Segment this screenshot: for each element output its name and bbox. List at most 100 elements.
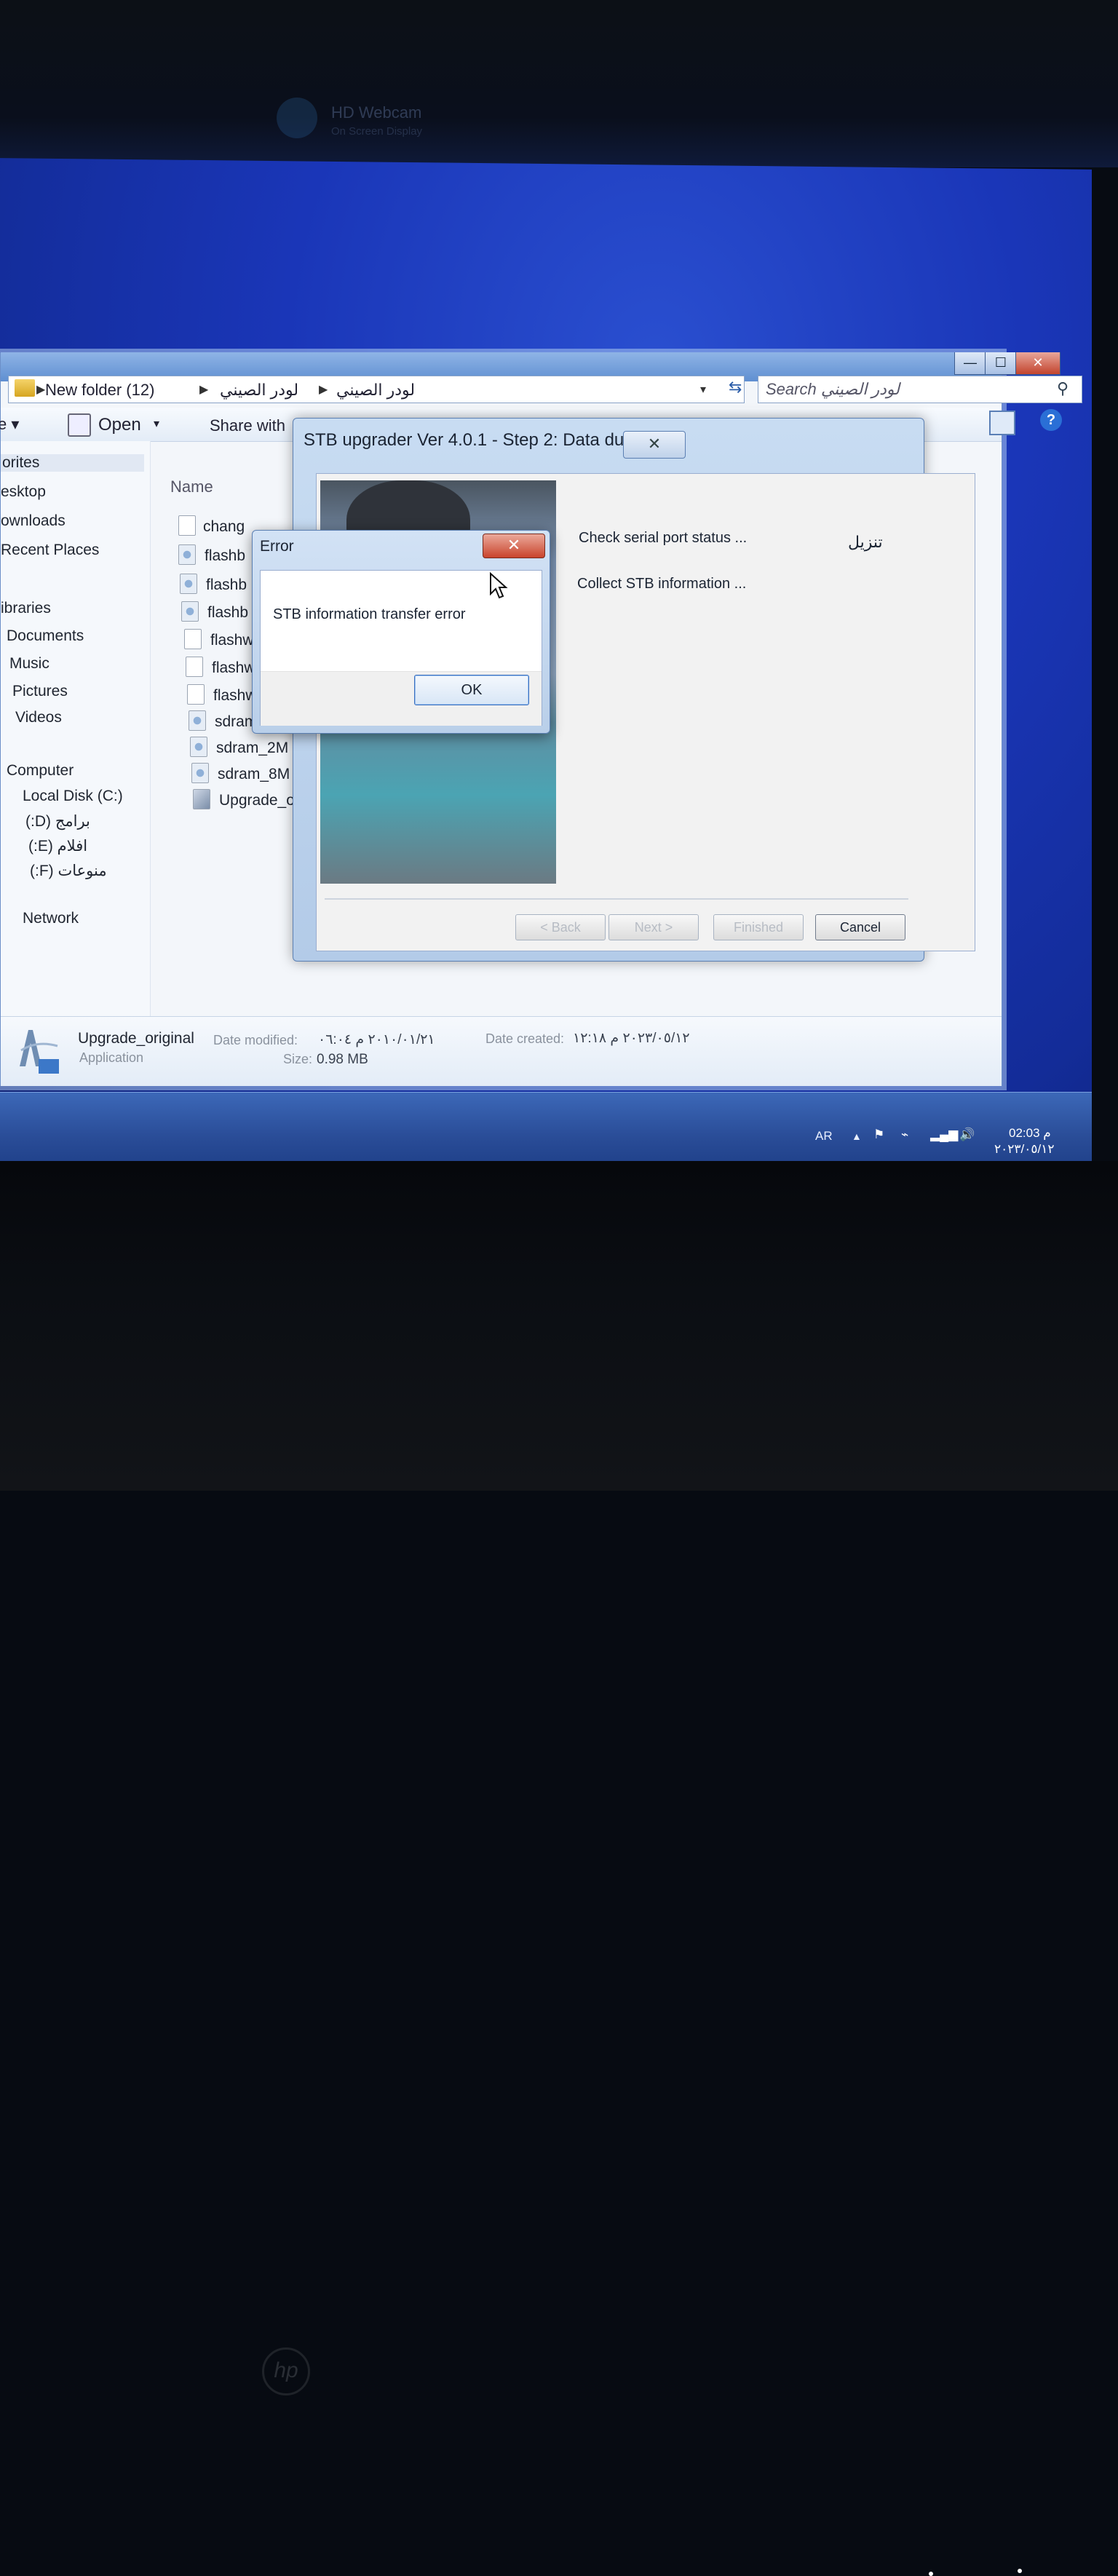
details-modified-value: ٢٠١٠/٠١/٢١ م ٠٦:٠٤ — [318, 1032, 435, 1047]
show-hidden-icons-icon[interactable]: ▲ — [852, 1130, 862, 1142]
file-gear-icon — [181, 601, 199, 622]
network-signal-icon[interactable]: ▂▄▆ — [930, 1128, 958, 1142]
file-row[interactable]: chang — [203, 518, 245, 536]
monitor-bezel-top: HD Webcam On Screen Display — [0, 0, 1118, 167]
power-icon[interactable]: ⌁ — [901, 1128, 917, 1142]
nav-favorites[interactable]: orites — [1, 454, 144, 472]
share-with-button[interactable]: Share with — [210, 416, 285, 435]
nav-desktop[interactable]: esktop — [1, 483, 46, 501]
file-gear-icon — [191, 763, 209, 783]
status-led — [929, 2572, 933, 2576]
volume-icon[interactable]: 🔊 — [959, 1128, 975, 1142]
error-dialog: Error ✕ STB information transfer error O… — [252, 530, 550, 734]
stb-dialog-title: STB upgrader Ver 4.0.1 - Step 2: Data du… — [304, 430, 649, 450]
back-button[interactable]: < Back — [515, 914, 606, 940]
navigation-pane: orites esktop ownloads Recent Places ibr… — [1, 441, 151, 1016]
clock-date[interactable]: ٢٠٢٣/٠٥/١٢ — [994, 1142, 1055, 1157]
step-collect-stb-info: Collect STB information ... — [577, 576, 747, 592]
search-icon[interactable]: ⚲ — [1057, 379, 1069, 398]
help-icon[interactable]: ? — [1040, 409, 1062, 431]
nav-recent-places[interactable]: Recent Places — [1, 542, 99, 559]
chevron-right-icon: ▶ — [199, 384, 209, 396]
status-led — [1018, 2569, 1022, 2573]
search-input[interactable]: Search لودر الصيني ⚲ — [758, 376, 1082, 403]
nav-network[interactable]: Network — [23, 910, 79, 927]
nav-computer[interactable]: Computer — [7, 762, 74, 780]
file-row[interactable]: flashw — [212, 659, 255, 677]
step-check-serial-port: Check serial port status ... — [579, 530, 748, 546]
application-icon — [193, 789, 210, 809]
nav-videos[interactable]: Videos — [15, 709, 62, 726]
language-indicator[interactable]: AR — [815, 1129, 833, 1144]
next-button[interactable]: Next > — [608, 914, 699, 940]
details-file-type: Application — [79, 1050, 144, 1065]
nav-documents[interactable]: Documents — [7, 627, 84, 645]
application-icon — [20, 1030, 59, 1074]
error-message: STB information transfer error — [273, 606, 466, 622]
hp-logo: hp — [262, 2347, 310, 2395]
details-created-label: Date created: — [485, 1031, 565, 1046]
file-gear-icon — [190, 737, 207, 757]
file-row[interactable]: flashb — [206, 576, 247, 594]
chevron-down-icon[interactable]: ▾ — [700, 382, 706, 397]
nav-local-disk[interactable]: Local Disk (C:) — [23, 788, 123, 805]
folder-icon — [15, 379, 35, 397]
error-close-button[interactable]: ✕ — [483, 534, 545, 558]
file-row[interactable]: flashb — [205, 547, 245, 565]
nav-music[interactable]: Music — [9, 655, 49, 673]
nav-downloads[interactable]: ownloads — [1, 512, 66, 530]
details-size-label: Size: — [283, 1052, 313, 1066]
file-icon — [187, 684, 205, 705]
error-dialog-title: Error — [260, 538, 294, 555]
breadcrumb-loader-1[interactable]: لودر الصيني — [220, 381, 298, 400]
webcam-overlay-title: HD Webcam — [331, 103, 422, 122]
file-row[interactable]: sdram_8M — [218, 766, 290, 783]
finished-button[interactable]: Finished — [713, 914, 804, 940]
webcam-overlay: HD Webcam On Screen Display — [277, 95, 510, 146]
file-row[interactable]: Upgrade_ori — [219, 792, 304, 809]
stb-close-button[interactable]: ✕ — [623, 431, 686, 459]
file-row[interactable]: sdram_2M — [216, 740, 288, 757]
minimize-button[interactable]: — — [954, 352, 986, 375]
close-button[interactable]: ✕ — [1015, 352, 1060, 375]
breadcrumb-loader-2[interactable]: لودر الصيني — [336, 381, 415, 400]
address-bar[interactable]: ▶ New folder (12) ▶ لودر الصيني ▶ لودر ا… — [8, 376, 745, 403]
taskbar: AR ▲ ⚑ ⌁ ▂▄▆ 🔊 02:03 م ٢٠٢٣/٠٥/١٢ — [0, 1092, 1092, 1165]
nav-pictures[interactable]: Pictures — [12, 683, 68, 700]
refresh-icon[interactable]: ⇆ — [729, 378, 749, 400]
details-size-value: 0.98 MB — [317, 1052, 368, 1067]
action-center-flag-icon[interactable]: ⚑ — [873, 1128, 889, 1142]
nav-libraries[interactable]: ibraries — [1, 600, 51, 617]
stb-status-label: تنزيل — [848, 533, 883, 551]
file-gear-icon — [180, 574, 197, 594]
nav-drive-e[interactable]: افلام (E:) — [28, 837, 87, 855]
ok-button[interactable]: OK — [414, 675, 529, 705]
nav-drive-f[interactable]: منوعات (F:) — [30, 862, 107, 880]
chevron-down-icon[interactable]: ▾ — [154, 416, 159, 431]
preview-pane-icon[interactable] — [989, 411, 1015, 435]
file-gear-icon — [189, 710, 206, 731]
file-icon — [186, 657, 203, 677]
file-row[interactable]: flashw — [210, 632, 254, 649]
file-gear-icon — [178, 544, 196, 565]
webcam-icon — [277, 98, 317, 138]
clock-time[interactable]: 02:03 م — [1009, 1126, 1051, 1141]
chevron-right-icon: ▶ — [36, 384, 46, 396]
organize-button[interactable]: e ▾ — [0, 415, 19, 434]
file-icon — [178, 515, 196, 536]
breadcrumb-new-folder[interactable]: New folder (12) — [45, 381, 154, 400]
maximize-button[interactable]: ☐ — [985, 352, 1017, 375]
column-header-name[interactable]: Name — [170, 477, 213, 496]
open-button[interactable]: Open — [98, 415, 141, 435]
cancel-button[interactable]: Cancel — [815, 914, 905, 940]
details-modified-label: Date modified: — [213, 1033, 298, 1047]
details-pane: Upgrade_original Application Date modifi… — [1, 1016, 1002, 1086]
mouse-cursor-icon — [490, 572, 508, 599]
file-row[interactable]: flashb — [207, 604, 248, 622]
nav-drive-d[interactable]: برامج (D:) — [25, 812, 90, 831]
file-row[interactable]: flashw — [213, 687, 257, 705]
file-icon — [184, 629, 202, 649]
webcam-overlay-subtitle: On Screen Display — [331, 125, 423, 138]
file-row[interactable]: sdram — [215, 713, 257, 731]
divider — [325, 898, 908, 900]
